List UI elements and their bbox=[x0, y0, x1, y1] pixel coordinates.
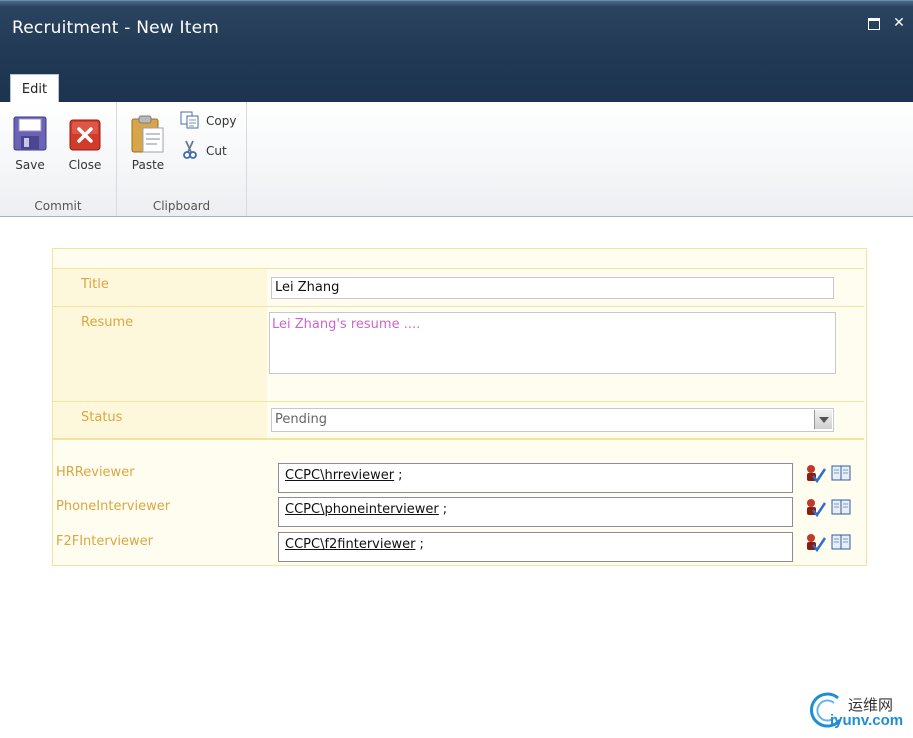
f2finterviewer-people-picker[interactable]: CCPC\f2finterviewer; bbox=[278, 532, 793, 562]
check-names-icon[interactable] bbox=[805, 533, 827, 553]
copy-pages-icon bbox=[180, 111, 199, 129]
f2finterviewer-label: F2FInterviewer bbox=[56, 534, 154, 549]
red-x-icon bbox=[69, 119, 101, 151]
status-selected-value: Pending bbox=[275, 412, 327, 427]
phoneinterviewer-label: PhoneInterviewer bbox=[56, 499, 171, 514]
close-label: Close bbox=[68, 158, 102, 172]
dialog-title-bar: Recruitment - New Item ✕ Edit bbox=[0, 0, 913, 104]
phoneinterviewer-resolved-user[interactable]: CCPC\phoneinterviewer bbox=[285, 502, 439, 517]
new-item-form: Title Lei Zhang Resume Lei Zhang's resum… bbox=[52, 248, 867, 566]
floppy-disk-icon bbox=[13, 116, 47, 151]
status-label: Status bbox=[81, 410, 123, 425]
resume-textarea[interactable]: Lei Zhang's resume .... bbox=[269, 312, 836, 374]
hrreviewer-label: HRReviewer bbox=[56, 465, 135, 480]
tab-edit[interactable]: Edit bbox=[10, 74, 59, 104]
address-book-icon[interactable] bbox=[831, 465, 851, 481]
maximize-icon[interactable] bbox=[866, 15, 882, 31]
ribbon-group-commit: Save Close Commit bbox=[0, 102, 117, 216]
address-book-icon[interactable] bbox=[831, 499, 851, 515]
check-names-icon[interactable] bbox=[805, 464, 827, 484]
cut-button[interactable]: Cut bbox=[180, 140, 240, 162]
cut-label: Cut bbox=[206, 144, 227, 158]
clipboard-icon bbox=[131, 115, 164, 153]
scissors-icon bbox=[183, 140, 197, 159]
paste-button[interactable]: Paste bbox=[125, 112, 171, 176]
f2finterviewer-resolved-user[interactable]: CCPC\f2finterviewer bbox=[285, 537, 415, 552]
hrreviewer-people-picker[interactable]: CCPC\hrreviewer; bbox=[278, 463, 793, 493]
copy-button[interactable]: Copy bbox=[180, 110, 240, 132]
copy-label: Copy bbox=[206, 114, 237, 128]
close-button[interactable]: Close bbox=[62, 112, 108, 176]
resume-label: Resume bbox=[81, 315, 134, 330]
close-dialog-icon[interactable]: ✕ bbox=[891, 15, 907, 31]
save-label: Save bbox=[15, 158, 45, 172]
watermark-en-text: iyunv.com bbox=[830, 712, 904, 729]
ribbon: Save Close Commit Paste Copy Cut Clipboa… bbox=[0, 102, 913, 217]
paste-label: Paste bbox=[131, 158, 165, 172]
dialog-title: Recruitment - New Item bbox=[12, 18, 219, 38]
phoneinterviewer-people-picker[interactable]: CCPC\phoneinterviewer; bbox=[278, 497, 793, 527]
clipboard-group-label: Clipboard bbox=[152, 199, 211, 213]
save-button[interactable]: Save bbox=[7, 112, 53, 176]
chevron-down-icon[interactable] bbox=[814, 410, 832, 429]
address-book-icon[interactable] bbox=[831, 534, 851, 550]
title-input[interactable]: Lei Zhang bbox=[271, 277, 834, 299]
check-names-icon[interactable] bbox=[805, 498, 827, 518]
status-select[interactable]: Pending bbox=[271, 408, 834, 432]
commit-group-label: Commit bbox=[34, 199, 82, 213]
hrreviewer-resolved-user[interactable]: CCPC\hrreviewer bbox=[285, 468, 394, 483]
ribbon-group-clipboard: Paste Copy Cut Clipboard bbox=[117, 102, 247, 216]
title-label: Title bbox=[81, 277, 109, 292]
